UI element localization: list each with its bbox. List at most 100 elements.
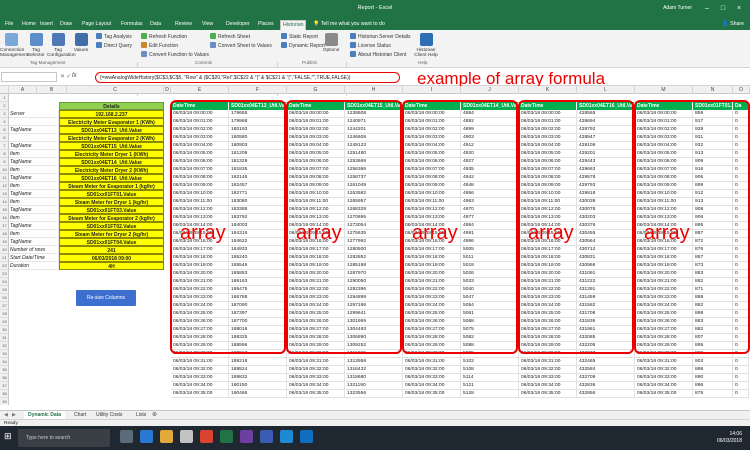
outlook-icon[interactable] [260, 430, 273, 443]
details-label[interactable]: Server [9, 110, 59, 118]
column-header[interactable]: O [733, 86, 750, 94]
row-header[interactable]: 19 [0, 238, 8, 246]
datetime-cell[interactable]: 06/03/18 09:31:00 [519, 358, 577, 366]
details-label[interactable]: TagName [9, 238, 59, 246]
minimize-icon[interactable]: – [700, 3, 714, 15]
column-header[interactable]: J [461, 86, 519, 94]
details-value[interactable]: SD01xx04ET15_Util.Value [59, 142, 164, 150]
value-cell[interactable]: 5128 [461, 390, 519, 398]
value-cell[interactable]: 5108 [461, 366, 519, 374]
datetime-cell[interactable]: 06/03/18 09:35:00 [403, 390, 461, 398]
row-header[interactable]: 34 [0, 358, 8, 366]
refresh-function-button[interactable]: Refresh Function [141, 33, 187, 40]
datetime-cell[interactable]: 06/03/18 09:31:00 [171, 358, 229, 366]
value-cell[interactable]: 432584 [577, 366, 635, 374]
dynamic-report-button[interactable]: Dynamic Report [281, 42, 325, 49]
datetime-cell[interactable]: 06/03/18 09:31:00 [287, 358, 345, 366]
details-value[interactable]: 4H [59, 262, 164, 270]
row-header[interactable]: 31 [0, 334, 8, 342]
datetime-cell[interactable]: 06/03/18 09:33:00 [171, 374, 229, 382]
value-cell[interactable]: 432836 [577, 382, 635, 390]
row-header[interactable]: 38 [0, 390, 8, 398]
value-cell[interactable]: 875 [693, 390, 733, 398]
tag-analysis-button[interactable]: Tag Analysis [96, 33, 132, 40]
tab-formulas[interactable]: Formulas [119, 20, 145, 30]
row-header[interactable]: 17 [0, 222, 8, 230]
column-header[interactable]: E [171, 86, 229, 94]
column-header[interactable]: B [37, 86, 67, 94]
datetime-cell[interactable]: 06/03/18 09:33:00 [287, 374, 345, 382]
direct-query-button[interactable]: Direct Query [96, 42, 132, 49]
column-header[interactable]: L [577, 86, 635, 94]
row-header[interactable]: 26 [0, 294, 8, 302]
details-label[interactable] [9, 134, 59, 142]
datetime-cell[interactable]: 06/03/18 09:31:00 [635, 358, 693, 366]
row-header[interactable]: 4 [0, 118, 8, 126]
column-header[interactable]: N [693, 86, 733, 94]
user-name[interactable]: Adam Turner [663, 5, 692, 11]
excel-icon[interactable] [220, 430, 233, 443]
datetime-cell[interactable]: 0 [733, 366, 749, 374]
row-header[interactable]: 36 [0, 374, 8, 382]
datetime-cell[interactable]: 06/03/18 09:33:00 [403, 374, 461, 382]
details-label[interactable]: TagName [9, 174, 59, 182]
datetime-cell[interactable]: 06/03/18 09:33:00 [519, 374, 577, 382]
tell-me-box[interactable]: 💡 Tell me what you want to do [313, 21, 385, 27]
app-icon[interactable] [280, 430, 293, 443]
cancel-icon[interactable]: ✕ [60, 73, 65, 80]
chrome-icon[interactable] [200, 430, 213, 443]
tab-page-layout[interactable]: Page Layout [80, 20, 113, 30]
details-value[interactable]: SD01xx01FT03.Value [59, 206, 164, 214]
column-header[interactable]: A [9, 86, 37, 94]
row-header[interactable]: 11 [0, 174, 8, 182]
datetime-cell[interactable]: 06/03/18 09:32:00 [171, 366, 229, 374]
row-header[interactable]: 25 [0, 286, 8, 294]
value-cell[interactable]: 189524 [229, 366, 287, 374]
row-header[interactable]: 39 [0, 398, 8, 405]
datetime-cell[interactable]: 06/03/18 09:32:00 [519, 366, 577, 374]
row-header[interactable]: 28 [0, 310, 8, 318]
value-cell[interactable]: 5102 [461, 358, 519, 366]
details-value[interactable]: SD01xx04ET14_Util.Value [59, 158, 164, 166]
value-cell[interactable]: 189832 [229, 374, 287, 382]
details-label[interactable]: Item [9, 214, 59, 222]
value-cell[interactable]: 1313958 [345, 358, 403, 366]
datetime-cell[interactable]: 06/03/18 09:35:00 [519, 390, 577, 398]
details-label[interactable]: Item [9, 166, 59, 174]
app-icon[interactable] [300, 430, 313, 443]
edge-browser-icon[interactable] [140, 430, 153, 443]
row-header[interactable]: 3 [0, 110, 8, 118]
resize-columns-button[interactable]: Re-size Columns [76, 290, 136, 306]
row-header[interactable]: 9 [0, 158, 8, 166]
row-header[interactable]: 20 [0, 246, 8, 254]
details-label[interactable]: Duration [9, 262, 59, 270]
details-value[interactable]: SD01xx01FT02.Value [59, 222, 164, 230]
row-header[interactable]: 8 [0, 150, 8, 158]
row-header[interactable]: 1 [0, 94, 8, 102]
details-value[interactable]: Electricity Meter Evaporator 1 (KWh) [59, 118, 164, 126]
datetime-cell[interactable]: 06/03/18 09:35:00 [171, 390, 229, 398]
options-button[interactable]: Options [320, 33, 342, 53]
details-label[interactable]: Item [9, 150, 59, 158]
datetime-cell[interactable]: 06/03/18 09:33:00 [635, 374, 693, 382]
details-value[interactable]: Steam Meter for Dryer 2 (kg/hr) [59, 230, 164, 238]
details-label[interactable]: TagName [9, 126, 59, 134]
tab-insert[interactable]: Insert [38, 20, 55, 30]
refresh-sheet-button[interactable]: Refresh Sheet [210, 33, 250, 40]
details-value[interactable]: Steam Meter for Dryer 1 (kg/hr) [59, 198, 164, 206]
historian-help-button[interactable]: Historian Client Help [412, 33, 440, 59]
tab-home[interactable]: Home [20, 20, 38, 30]
value-cell[interactable]: 890 [693, 374, 733, 382]
tag-configuration-button[interactable]: Tag Configuration [47, 33, 76, 59]
datetime-cell[interactable]: 06/03/18 09:32:00 [403, 366, 461, 374]
taskbar-search[interactable]: Type here to search [18, 429, 110, 447]
value-cell[interactable]: 190150 [229, 382, 287, 390]
value-cell[interactable]: 1321190 [345, 382, 403, 390]
convert-function-button[interactable]: Convert Function to Values [141, 51, 209, 58]
server-details-button[interactable]: Historian Server Details [350, 33, 411, 40]
share-button[interactable]: 👤 Share [722, 21, 744, 27]
value-cell[interactable]: 432956 [577, 390, 635, 398]
datetime-cell[interactable]: 06/03/18 09:34:00 [519, 382, 577, 390]
values-button[interactable]: Values [70, 33, 92, 53]
column-header[interactable]: K [519, 86, 577, 94]
